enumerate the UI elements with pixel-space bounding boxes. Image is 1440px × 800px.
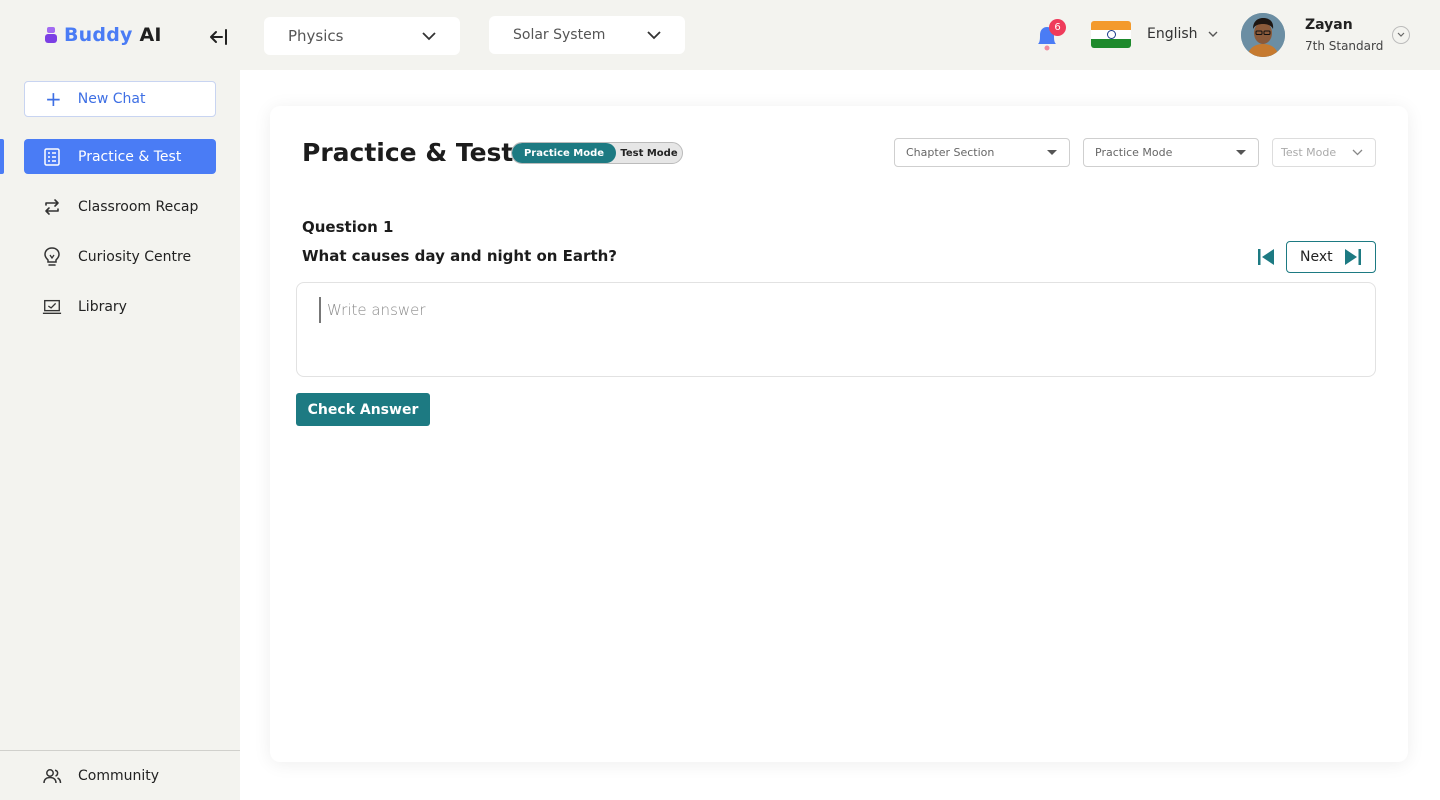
next-question-button[interactable]: Next <box>1286 241 1376 273</box>
question-number: Question 1 <box>302 218 394 236</box>
practice-mode-value: Practice Mode <box>1095 146 1173 159</box>
sidebar-item-label: Classroom Recap <box>78 198 199 215</box>
brand-name: Buddy AI <box>64 24 162 46</box>
chevron-down-icon <box>422 31 436 41</box>
subject-select[interactable]: Physics <box>264 17 460 55</box>
answer-box <box>296 282 1376 377</box>
sidebar-item-curiosity-centre[interactable]: Curiosity Centre <box>24 239 216 274</box>
sidebar-item-classroom-recap[interactable]: Classroom Recap <box>24 189 216 224</box>
test-mode-value: Test Mode <box>1281 146 1337 159</box>
language-value: English <box>1147 26 1198 42</box>
sidebar-item-label: Library <box>78 298 127 315</box>
sidebar: Buddy AI + New Chat Practice & Test Clas… <box>0 0 240 800</box>
chapter-section-select[interactable]: Chapter Section <box>894 138 1070 167</box>
skip-next-icon <box>1345 249 1361 265</box>
brand-name-buddy: Buddy <box>64 24 133 46</box>
repeat-icon <box>42 197 62 217</box>
clipboard-list-icon <box>42 147 62 167</box>
caret-down-icon <box>1047 149 1057 155</box>
laptop-icon <box>42 297 62 317</box>
brand-name-ai: AI <box>139 24 162 46</box>
new-chat-button[interactable]: + New Chat <box>24 81 216 117</box>
sidebar-item-practice-test[interactable]: Practice & Test <box>24 139 216 174</box>
previous-question-button[interactable] <box>1254 246 1278 268</box>
test-mode-select[interactable]: Test Mode <box>1272 138 1376 167</box>
plus-icon: + <box>45 87 62 111</box>
practice-card <box>270 106 1408 762</box>
chevron-down-icon <box>1208 31 1218 37</box>
skip-previous-icon <box>1258 249 1274 265</box>
next-label: Next <box>1300 249 1333 265</box>
sidebar-divider <box>0 750 240 751</box>
collapse-sidebar-button[interactable] <box>205 24 231 50</box>
user-standard: 7th Standard <box>1305 39 1384 53</box>
avatar[interactable] <box>1241 13 1285 57</box>
arrow-left-to-line-icon <box>210 29 227 45</box>
notifications-button[interactable]: 6 <box>1034 19 1066 52</box>
caret-down-icon <box>1236 149 1246 155</box>
page-title: Practice & Test <box>302 138 514 167</box>
user-name: Zayan <box>1305 17 1353 33</box>
user-menu-button[interactable] <box>1392 26 1410 44</box>
mode-toggle[interactable]: Practice Mode Test Mode <box>511 142 683 164</box>
topic-select-value: Solar System <box>513 27 606 43</box>
text-caret <box>319 297 321 323</box>
chevron-down-icon <box>1397 32 1405 37</box>
sidebar-item-label: Practice & Test <box>78 148 182 165</box>
answer-input[interactable] <box>327 301 1357 361</box>
practice-mode-option[interactable]: Practice Mode <box>512 143 616 163</box>
active-nav-indicator <box>0 139 4 174</box>
brand[interactable]: Buddy AI <box>44 24 162 46</box>
lightbulb-icon <box>42 246 62 267</box>
users-icon <box>42 766 62 786</box>
chevron-down-icon <box>1352 149 1363 156</box>
community-link[interactable]: Community <box>24 758 216 793</box>
sidebar-item-label: Curiosity Centre <box>78 248 192 265</box>
check-answer-button[interactable]: Check Answer <box>296 393 430 426</box>
community-label: Community <box>78 767 160 784</box>
new-chat-label: New Chat <box>77 91 146 107</box>
sidebar-item-library[interactable]: Library <box>24 289 216 324</box>
user-avatar-icon <box>1241 13 1285 57</box>
language-select[interactable]: English <box>1147 26 1218 42</box>
india-flag-icon <box>1091 21 1131 48</box>
question-text: What causes day and night on Earth? <box>302 247 617 265</box>
test-mode-option[interactable]: Test Mode <box>616 143 682 163</box>
buddy-logo-icon <box>44 26 58 44</box>
subject-select-value: Physics <box>288 27 344 45</box>
topic-select[interactable]: Solar System <box>489 16 685 54</box>
practice-mode-select[interactable]: Practice Mode <box>1083 138 1259 167</box>
chapter-section-value: Chapter Section <box>906 146 995 159</box>
chevron-down-icon <box>647 30 661 40</box>
notification-count-badge: 6 <box>1049 19 1066 36</box>
